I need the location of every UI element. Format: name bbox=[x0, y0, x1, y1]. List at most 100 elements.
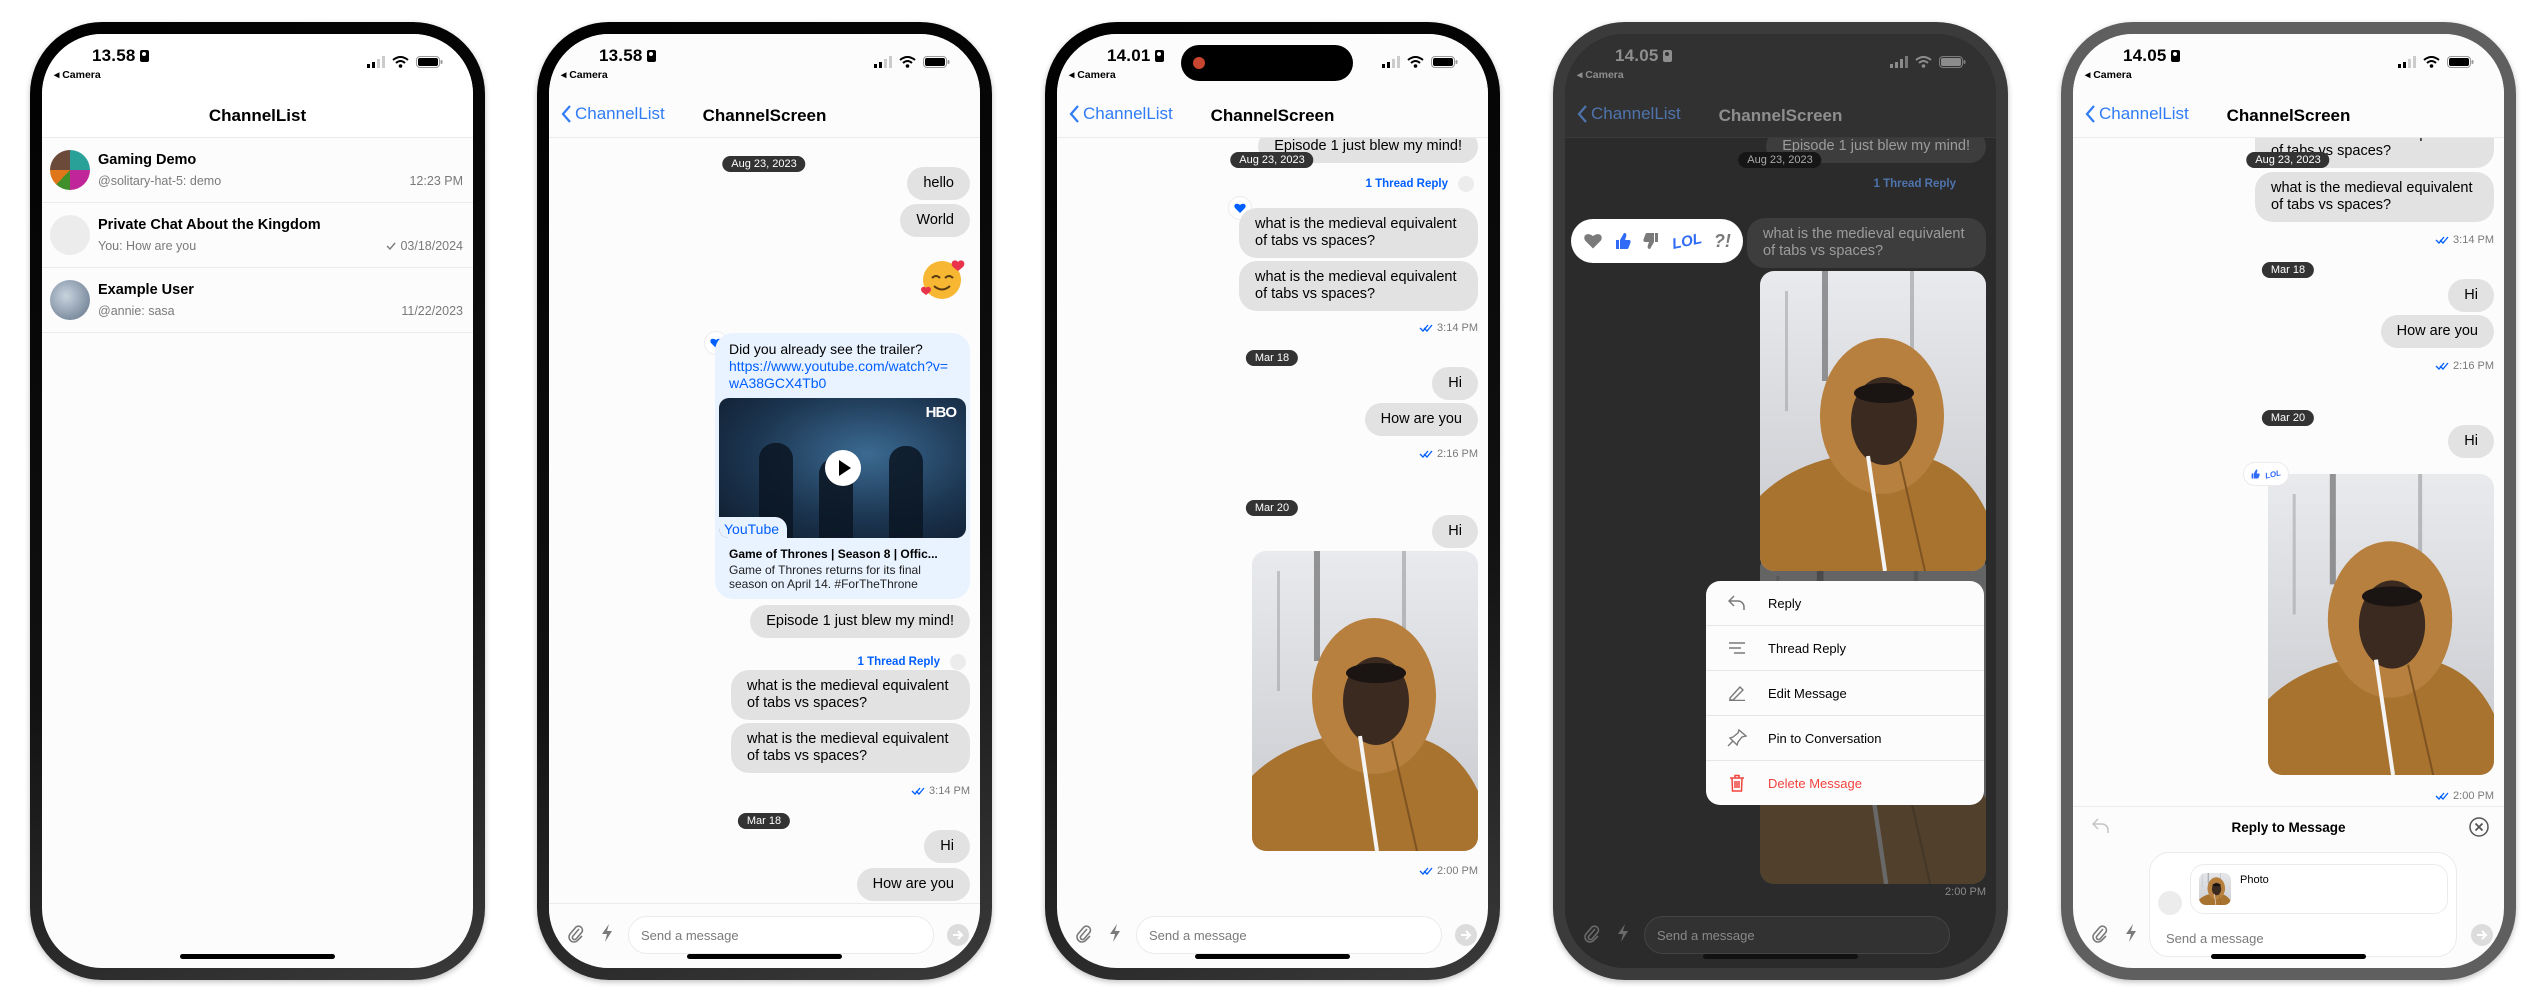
lol-reaction[interactable]: LOL bbox=[1670, 230, 1703, 253]
thread-reply-link[interactable]: 1 Thread Reply bbox=[858, 656, 940, 668]
message-bubble[interactable]: what is the medieval equivalent of tabs … bbox=[1239, 261, 1478, 311]
message-bubble[interactable]: Episode 1 just blew my mind! bbox=[750, 605, 970, 638]
menu-item-delete-message[interactable]: Delete Message bbox=[1706, 761, 1984, 805]
message-input[interactable]: Send a message bbox=[1136, 916, 1442, 954]
message-reactions[interactable]: LOL bbox=[2243, 462, 2289, 486]
reply-title: Reply to Message bbox=[2231, 820, 2346, 835]
status-time: 14.05 bbox=[1615, 46, 1672, 66]
status-time: 13.58 bbox=[599, 46, 656, 66]
contact-card-icon bbox=[646, 50, 656, 62]
back-app-label: Camera bbox=[62, 69, 101, 81]
link-preview-image[interactable]: HBO YouTube bbox=[719, 398, 966, 538]
message-bubble[interactable]: Hi bbox=[2448, 279, 2494, 312]
signal-icon bbox=[2398, 56, 2416, 68]
menu-item-label: Thread Reply bbox=[1768, 640, 1847, 656]
back-to-app-link[interactable]: ◂ Camera bbox=[2085, 69, 2132, 81]
message-bubble[interactable]: what is the medieval equivalent of tabs … bbox=[731, 723, 970, 773]
lightning-icon[interactable] bbox=[601, 924, 613, 942]
signal-icon bbox=[367, 56, 385, 68]
timestamp-text: 3:14 PM bbox=[1437, 322, 1478, 334]
channel-time: 03/18/2024 bbox=[386, 239, 463, 253]
thumbs-down-icon[interactable] bbox=[1643, 232, 1659, 250]
message-timestamp: 3:14 PM bbox=[2435, 234, 2494, 246]
link-message[interactable]: Did you already see the trailer? https:/… bbox=[715, 333, 970, 599]
paperclip-icon[interactable] bbox=[1075, 924, 1093, 944]
home-indicator[interactable] bbox=[2211, 954, 2366, 959]
message-bubble[interactable]: hello bbox=[907, 167, 970, 200]
thumbs-up-icon[interactable] bbox=[1615, 232, 1631, 250]
back-to-app-link[interactable]: ◂ Camera bbox=[54, 69, 101, 81]
photo-attachment[interactable] bbox=[1252, 551, 1478, 851]
avatar bbox=[2158, 891, 2182, 915]
date-separator: Mar 18 bbox=[1245, 350, 1299, 366]
message-composer[interactable]: Photo Send a message bbox=[2149, 852, 2457, 957]
message-bubble[interactable]: Hi bbox=[2448, 425, 2494, 458]
close-icon[interactable] bbox=[2469, 817, 2489, 837]
photo-attachment[interactable] bbox=[2268, 474, 2494, 775]
channel-list-item[interactable]: Example User @annie: sasa 11/22/2023 bbox=[42, 268, 473, 333]
home-indicator[interactable] bbox=[1195, 954, 1350, 959]
menu-item-thread-reply[interactable]: Thread Reply bbox=[1706, 626, 1984, 671]
message-timestamp: 2:16 PM bbox=[2435, 360, 2494, 372]
message-bubble[interactable]: How are you bbox=[856, 868, 970, 901]
message-bubble[interactable]: what is the medieval equivalent of tabs … bbox=[2255, 172, 2494, 222]
message-bubble[interactable]: Hi bbox=[1432, 515, 1478, 548]
message-input[interactable]: Send a message bbox=[628, 916, 934, 954]
message-bubble[interactable]: what is the medieval equivalent of tabs … bbox=[1239, 208, 1478, 258]
channel-time-text: 03/18/2024 bbox=[400, 239, 463, 253]
timestamp-text: 2:16 PM bbox=[2453, 360, 2494, 372]
message-input-placeholder[interactable]: Send a message bbox=[2166, 931, 2264, 946]
wifi-icon bbox=[2423, 56, 2440, 68]
message-bubble[interactable]: what is the medieval equivalent of tabs … bbox=[731, 670, 970, 720]
screen: ChannelList ChannelScreen 14.05 ◂ Camera… bbox=[2073, 34, 2504, 968]
selected-photo-message bbox=[1760, 271, 1986, 571]
double-check-icon bbox=[2435, 236, 2449, 244]
pencil-icon bbox=[1729, 685, 1745, 701]
paperclip-icon[interactable] bbox=[2091, 924, 2109, 944]
wut-reaction[interactable]: ?! bbox=[1714, 231, 1731, 252]
smiling-face-with-hearts-icon[interactable] bbox=[920, 256, 966, 302]
wifi-icon bbox=[899, 56, 916, 68]
back-app-label: Camera bbox=[569, 69, 608, 81]
channel-time: 12:23 PM bbox=[409, 174, 463, 188]
back-to-app-link[interactable]: ◂ Camera bbox=[1069, 69, 1116, 81]
paperclip-icon[interactable] bbox=[567, 924, 585, 944]
status-time: 14.05 bbox=[2123, 46, 2180, 66]
date-separator: Mar 20 bbox=[2261, 410, 2315, 426]
menu-item-edit-message[interactable]: Edit Message bbox=[1706, 671, 1984, 716]
home-indicator[interactable] bbox=[180, 954, 335, 959]
hbo-logo: HBO bbox=[925, 404, 957, 421]
message-bubble[interactable]: How are you bbox=[2380, 315, 2494, 348]
thread-reply-link[interactable]: 1 Thread Reply bbox=[1366, 178, 1448, 190]
menu-item-pin[interactable]: Pin to Conversation bbox=[1706, 716, 1984, 761]
lol-reaction: LOL bbox=[2264, 467, 2282, 481]
home-indicator[interactable] bbox=[687, 954, 842, 959]
heart-icon[interactable] bbox=[1583, 233, 1603, 250]
back-to-app-link[interactable]: ◂ Camera bbox=[561, 69, 608, 81]
message-input-placeholder: Send a message bbox=[641, 928, 739, 943]
send-icon[interactable] bbox=[2471, 924, 2493, 946]
phone-channel-screen: 13.58 ◂ Camera ChannelList ChannelScreen… bbox=[537, 22, 992, 980]
home-indicator[interactable] bbox=[1703, 954, 1858, 959]
channel-list-item[interactable]: Gaming Demo @solitary-hat-5: demo 12:23 … bbox=[42, 138, 473, 203]
lightning-icon[interactable] bbox=[2125, 924, 2137, 942]
message-input-placeholder: Send a message bbox=[1657, 928, 1755, 943]
send-icon[interactable] bbox=[947, 924, 969, 946]
message-link[interactable]: https://www.youtube.com/watch?v=wA38GCX4… bbox=[719, 358, 966, 392]
page-title: ChannelScreen bbox=[2226, 106, 2351, 125]
divider bbox=[2073, 806, 2504, 807]
play-icon[interactable] bbox=[825, 450, 861, 486]
message-bubble[interactable]: World bbox=[900, 204, 970, 237]
message-bubble[interactable]: Hi bbox=[924, 830, 970, 863]
channel-name: Private Chat About the Kingdom bbox=[98, 217, 321, 233]
message-bubble[interactable]: Hi bbox=[1432, 367, 1478, 400]
back-app-label: Camera bbox=[2093, 69, 2132, 81]
lightning-icon[interactable] bbox=[1109, 924, 1121, 942]
page-title: ChannelScreen bbox=[702, 106, 827, 125]
message-bubble[interactable]: How are you bbox=[1364, 403, 1478, 436]
message-timestamp: 2:16 PM bbox=[1419, 448, 1478, 460]
pin-icon bbox=[1727, 729, 1747, 747]
menu-item-reply[interactable]: Reply bbox=[1706, 581, 1984, 626]
send-icon[interactable] bbox=[1455, 924, 1477, 946]
channel-list-item[interactable]: Private Chat About the Kingdom You: How … bbox=[42, 203, 473, 268]
